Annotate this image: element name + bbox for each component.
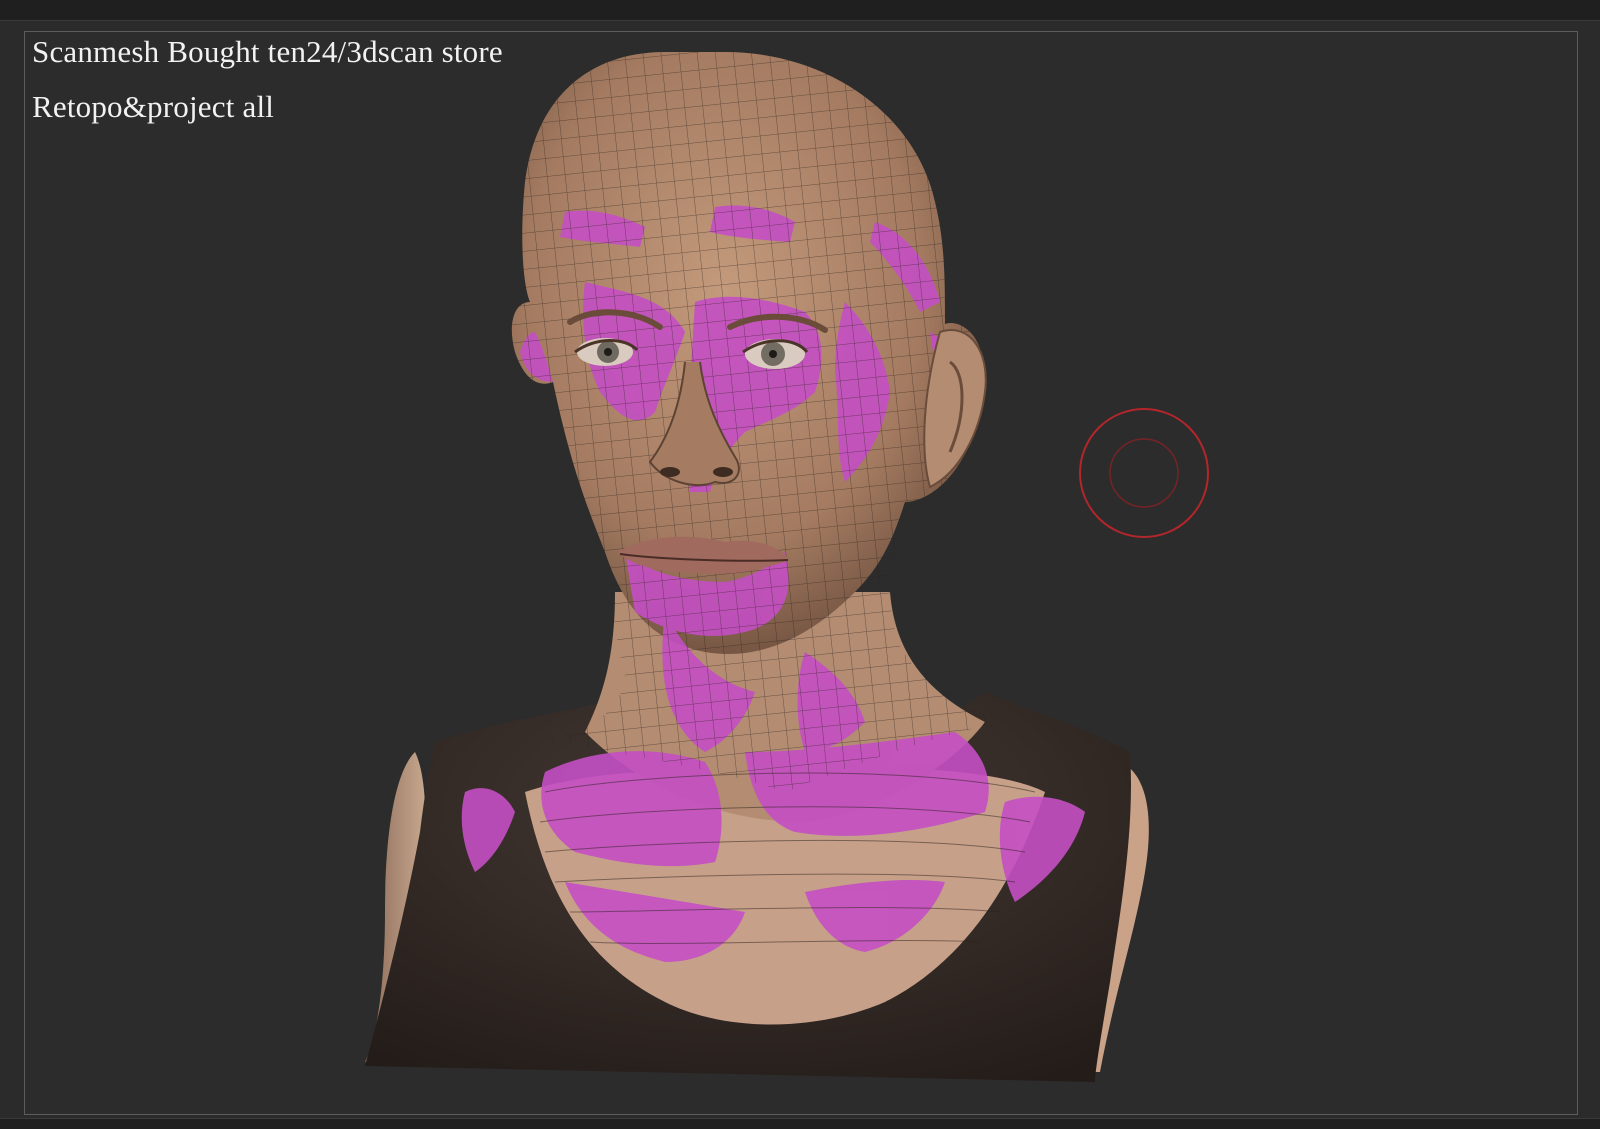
caption-line-2: Retopo&project all [32,89,275,124]
brush-radius-cursor [1079,408,1209,538]
bottom-toolbar-strip [0,1118,1600,1129]
top-toolbar-strip [0,0,1600,21]
3d-viewport[interactable]: Scanmesh Bought ten24/3dscan store Retop… [24,31,1578,1115]
head-bust-model[interactable] [25,32,1578,1115]
caption-line-1: Scanmesh Bought ten24/3dscan store [32,34,503,69]
